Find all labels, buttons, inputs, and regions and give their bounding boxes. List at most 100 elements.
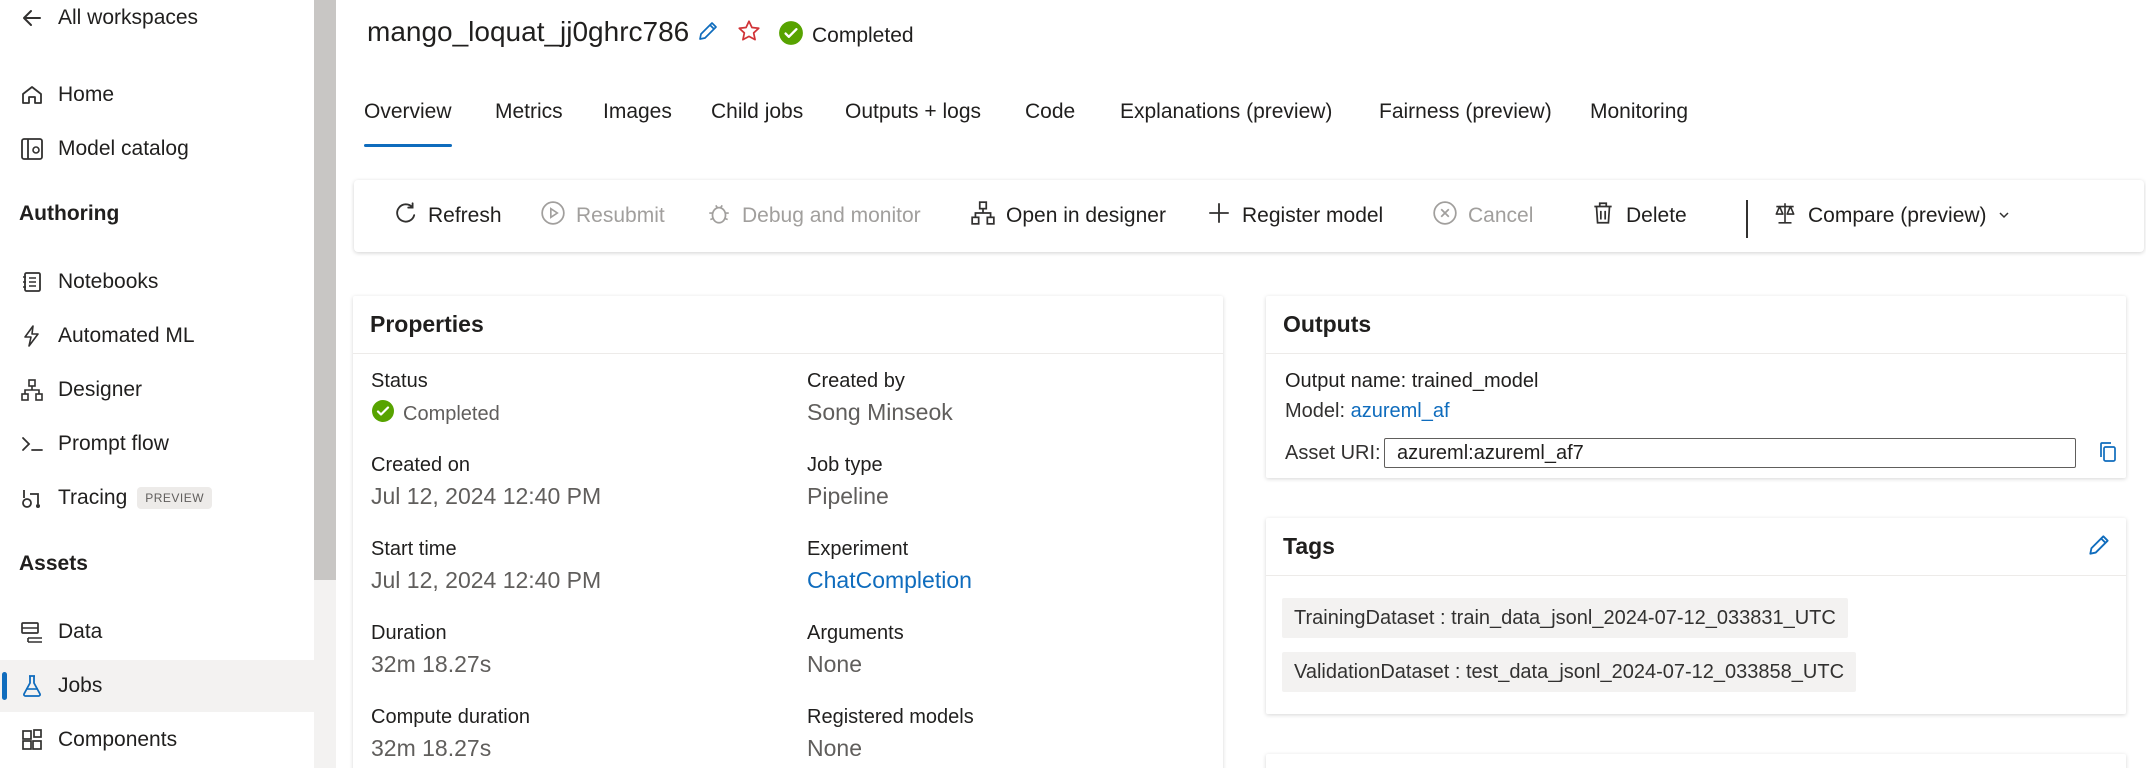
components-icon	[18, 726, 46, 754]
sidebar-item-home[interactable]: Home	[0, 69, 314, 121]
tab-outputs-logs[interactable]: Outputs + logs	[845, 100, 981, 150]
chevron-down-icon	[1997, 204, 2011, 228]
refresh-label: Refresh	[428, 204, 502, 227]
tab-fairness[interactable]: Fairness (preview)	[1379, 100, 1552, 150]
delete-button[interactable]: Delete	[1590, 180, 1687, 252]
sidebar-item-data[interactable]: Data	[0, 606, 314, 658]
home-icon	[18, 81, 46, 109]
tag-chip: ValidationDataset : test_data_jsonl_2024…	[1282, 652, 1857, 692]
sidebar-item-label: Data	[58, 620, 103, 643]
cancel-label: Cancel	[1468, 204, 1534, 227]
resubmit-label: Resubmit	[576, 204, 665, 227]
arrow-left-icon	[18, 4, 46, 32]
prop-status-text: Completed	[403, 402, 500, 425]
outputs-heading: Outputs	[1266, 296, 2126, 354]
tab-child-jobs[interactable]: Child jobs	[711, 100, 803, 150]
page-title: mango_loquat_jj0ghrc786	[367, 16, 690, 47]
sidebar: All workspaces Home Model catalog Author…	[0, 0, 314, 768]
output-model-label: Model:	[1285, 400, 1346, 422]
register-model-button[interactable]: Register model	[1206, 180, 1383, 252]
sidebar-scrollbar-thumb[interactable]	[314, 0, 336, 580]
tab-code[interactable]: Code	[1025, 100, 1075, 150]
debug-monitor-button[interactable]: Debug and monitor	[706, 180, 921, 252]
resubmit-button[interactable]: Resubmit	[540, 180, 665, 252]
output-model-link[interactable]: azureml_af	[1351, 400, 1450, 422]
tab-metrics[interactable]: Metrics	[495, 100, 563, 150]
prop-arguments: Arguments None	[807, 622, 904, 678]
sidebar-item-components[interactable]: Components	[0, 714, 314, 766]
compare-label: Compare (preview)	[1808, 204, 1987, 227]
tracing-label: Tracing	[58, 486, 128, 509]
section-assets: Assets	[19, 552, 88, 575]
prop-job-type-value: Pipeline	[807, 483, 889, 509]
sidebar-item-notebooks[interactable]: Notebooks	[0, 256, 314, 308]
edit-tags-pencil-icon[interactable]	[2086, 532, 2114, 560]
prop-job-type-label: Job type	[807, 454, 883, 476]
prop-compute-duration: Compute duration 32m 18.27s	[371, 706, 530, 762]
refresh-button[interactable]: Refresh	[392, 180, 502, 252]
command-bar: Refresh Resubmit Debug and monitor Open …	[354, 180, 2144, 252]
sidebar-item-label: Prompt flow	[58, 432, 169, 455]
prop-duration: Duration 32m 18.27s	[371, 622, 491, 678]
asset-uri-field[interactable]	[1384, 438, 2076, 468]
preview-badge: PREVIEW	[137, 487, 213, 510]
sidebar-scrollbar[interactable]	[314, 0, 336, 768]
sidebar-item-model-catalog[interactable]: Model catalog	[0, 123, 314, 175]
copy-icon[interactable]	[2096, 440, 2122, 466]
refresh-icon	[392, 200, 418, 232]
trash-icon	[1590, 200, 1616, 232]
sidebar-item-label: Components	[58, 728, 178, 751]
section-authoring: Authoring	[19, 202, 120, 225]
bug-icon	[706, 200, 732, 232]
prop-start-time-value: Jul 12, 2024 12:40 PM	[371, 567, 602, 593]
add-icon	[1206, 200, 1232, 232]
sidebar-item-label: Designer	[58, 378, 143, 401]
prop-status-value: Completed	[371, 399, 500, 429]
tab-monitoring[interactable]: Monitoring	[1590, 100, 1688, 150]
prop-registered-models-label: Registered models	[807, 706, 974, 728]
cancel-button[interactable]: Cancel	[1432, 180, 1533, 252]
tab-images[interactable]: Images	[603, 100, 672, 150]
prop-created-by-value: Song Minseok	[807, 399, 953, 425]
job-status-text: Completed	[812, 24, 914, 47]
success-check-icon	[778, 20, 804, 52]
tab-overview[interactable]: Overview	[364, 100, 452, 150]
edit-title-pencil-icon[interactable]	[693, 16, 723, 46]
prop-registered-models-value: None	[807, 735, 862, 761]
open-designer-label: Open in designer	[1006, 204, 1166, 227]
tab-explanations[interactable]: Explanations (preview)	[1120, 100, 1332, 150]
sidebar-item-prompt-flow[interactable]: Prompt flow	[0, 418, 314, 470]
debug-label: Debug and monitor	[742, 204, 921, 227]
outputs-card: Outputs Output name: trained_model Model…	[1266, 296, 2126, 478]
sidebar-item-label: Model catalog	[58, 137, 189, 160]
prop-compute-duration-value: 32m 18.27s	[371, 735, 492, 761]
output-name: Output name: trained_model	[1285, 370, 1539, 392]
back-to-all-workspaces[interactable]: All workspaces	[0, 0, 314, 44]
experiment-link[interactable]: ChatCompletion	[807, 567, 972, 594]
sidebar-item-label: Jobs	[58, 674, 103, 697]
prop-compute-duration-label: Compute duration	[371, 706, 530, 728]
prop-start-time-label: Start time	[371, 538, 457, 560]
next-card	[1266, 754, 2126, 768]
sidebar-item-tracing[interactable]: Tracing PREVIEW	[0, 472, 314, 524]
favorite-star-icon[interactable]	[734, 16, 764, 46]
prop-created-by: Created by Song Minseok	[807, 370, 953, 426]
prop-status: Status Completed	[371, 370, 500, 429]
delete-label: Delete	[1626, 204, 1687, 227]
tag-chip: TrainingDataset : train_data_jsonl_2024-…	[1282, 598, 1848, 638]
properties-heading: Properties	[353, 296, 1223, 354]
prop-experiment-label: Experiment	[807, 538, 909, 560]
sidebar-item-designer[interactable]: Designer	[0, 364, 314, 416]
model-catalog-icon	[18, 135, 46, 163]
back-label: All workspaces	[58, 6, 199, 29]
cancel-circle-icon	[1432, 200, 1458, 232]
compare-button[interactable]: Compare (preview)	[1772, 180, 2011, 252]
open-in-designer-button[interactable]: Open in designer	[970, 180, 1166, 252]
sidebar-item-jobs[interactable]: Jobs	[0, 660, 314, 712]
tags-card: Tags TrainingDataset : train_data_jsonl_…	[1266, 518, 2126, 714]
jobs-flask-icon	[18, 672, 46, 700]
prop-start-time: Start time Jul 12, 2024 12:40 PM	[371, 538, 601, 594]
asset-uri-label: Asset URI:	[1285, 442, 1381, 464]
prop-status-label: Status	[371, 370, 428, 392]
sidebar-item-automated-ml[interactable]: Automated ML	[0, 310, 314, 362]
